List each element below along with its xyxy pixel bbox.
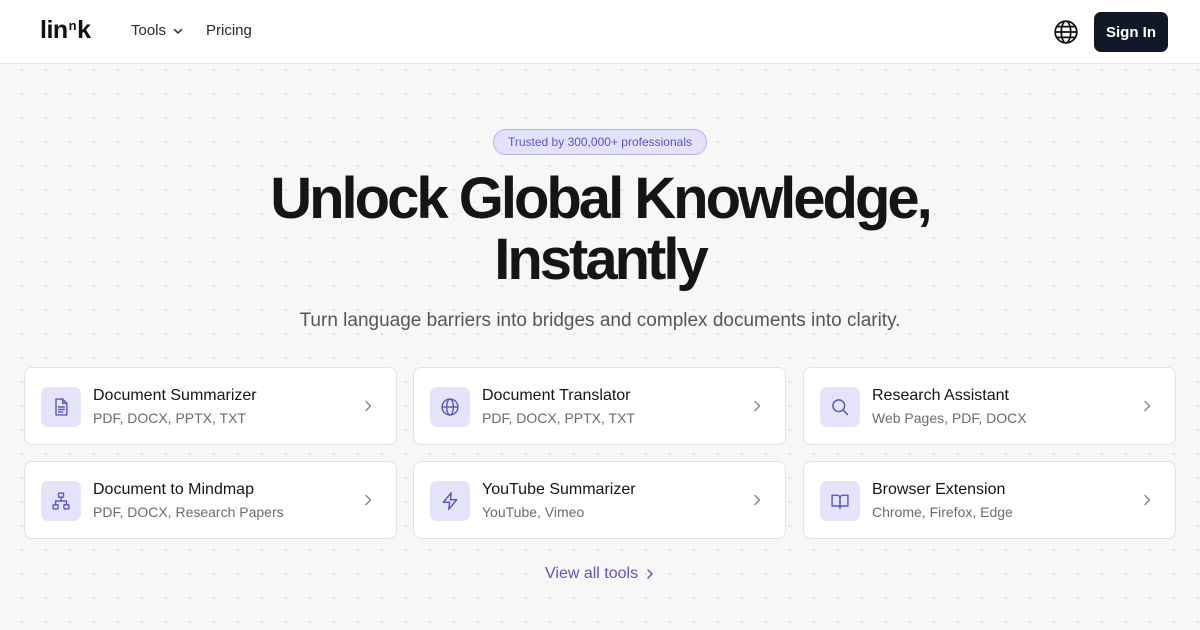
tool-card-subtitle: PDF, DOCX, PPTX, TXT: [482, 410, 635, 426]
chevron-right-icon: [647, 569, 653, 579]
sign-in-button[interactable]: Sign In: [1094, 12, 1168, 52]
tool-card-subtitle: Chrome, Firefox, Edge: [872, 504, 1013, 520]
hero-headline-line-1: Unlock Global Knowledge,: [270, 166, 933, 231]
tool-card-research-assistant[interactable]: Research Assistant Web Pages, PDF, DOCX: [803, 367, 1176, 445]
search-icon: [832, 399, 849, 416]
tools-menu-label: Tools: [131, 22, 167, 39]
tool-card-subtitle: YouTube, Vimeo: [482, 504, 585, 520]
hero-subtitle: Turn language barriers into bridges and …: [299, 310, 901, 331]
tool-card-youtube-summarizer[interactable]: YouTube Summarizer YouTube, Vimeo: [413, 461, 786, 539]
tool-card-subtitle: PDF, DOCX, Research Papers: [93, 504, 284, 520]
hero-headline: Unlock Global Knowledge, Instantly: [150, 168, 1050, 290]
tool-card-browser-extension[interactable]: Browser Extension Chrome, Firefox, Edge: [803, 461, 1176, 539]
chevron-right-icon: [365, 400, 372, 412]
chevron-right-icon: [1144, 494, 1151, 506]
hero-headline-line-2: Instantly: [494, 227, 709, 292]
pricing-link[interactable]: Pricing: [206, 22, 252, 39]
logo-text-superscript: n: [68, 18, 77, 33]
lightning-icon: [442, 491, 458, 511]
chevron-right-icon: [1144, 400, 1151, 412]
tools-menu[interactable]: Tools: [131, 22, 184, 39]
view-all-tools-label: View all tools: [545, 565, 639, 582]
chevron-right-icon: [754, 400, 761, 412]
tool-card-subtitle: Web Pages, PDF, DOCX: [872, 410, 1027, 426]
tool-card-title: YouTube Summarizer: [482, 481, 636, 498]
globe-icon: [1054, 20, 1078, 44]
logo-text-end: k: [77, 16, 91, 44]
tool-card-document-summarizer[interactable]: Document Summarizer PDF, DOCX, PPTX, TXT: [24, 367, 397, 445]
tool-card-title: Browser Extension: [872, 481, 1006, 498]
chevron-down-icon: [173, 28, 183, 34]
logo-text-main: lin: [40, 16, 68, 44]
language-selector-button[interactable]: [1052, 18, 1080, 46]
tool-card-subtitle: PDF, DOCX, PPTX, TXT: [93, 410, 246, 426]
tool-card-document-to-mindmap[interactable]: Document to Mindmap PDF, DOCX, Research …: [24, 461, 397, 539]
sitemap-icon: [52, 492, 70, 510]
trust-badge: Trusted by 300,000+ professionals: [493, 129, 707, 155]
globe-icon: [441, 398, 459, 416]
chevron-right-icon: [365, 494, 372, 506]
tool-card-title: Document Translator: [482, 387, 631, 404]
view-all-tools-link[interactable]: View all tools: [545, 565, 655, 583]
top-navigation-bar: lin n k Tools Pricing Sign In: [0, 0, 1200, 64]
tool-card-title: Document Summarizer: [93, 387, 257, 404]
chevron-right-icon: [754, 494, 761, 506]
linnk-logo[interactable]: lin n k: [40, 16, 91, 46]
book-icon: [831, 494, 849, 509]
document-icon: [55, 398, 68, 416]
tool-card-document-translator[interactable]: Document Translator PDF, DOCX, PPTX, TXT: [413, 367, 786, 445]
tool-card-title: Document to Mindmap: [93, 481, 254, 498]
tool-card-title: Research Assistant: [872, 387, 1009, 404]
